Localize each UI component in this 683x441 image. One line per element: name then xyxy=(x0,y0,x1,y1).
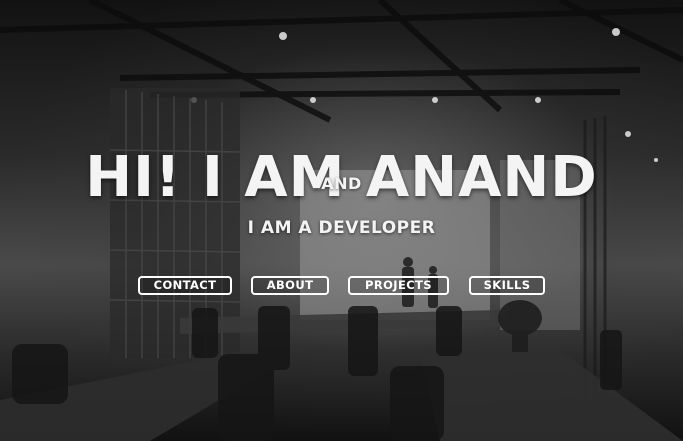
projects-button[interactable]: PROJECTS xyxy=(348,276,449,295)
hero-connector-text: AND xyxy=(321,174,362,193)
hero-role-text: I AM A DEVELOPER xyxy=(247,218,436,238)
hero-section: HI! I AM ANAND AND I AM A DEVELOPER CONT… xyxy=(0,0,683,441)
hero-nav: CONTACT ABOUT PROJECTS SKILLS xyxy=(0,276,683,300)
contact-button[interactable]: CONTACT xyxy=(138,276,232,295)
skills-button[interactable]: SKILLS xyxy=(469,276,545,295)
about-button[interactable]: ABOUT xyxy=(251,276,329,295)
